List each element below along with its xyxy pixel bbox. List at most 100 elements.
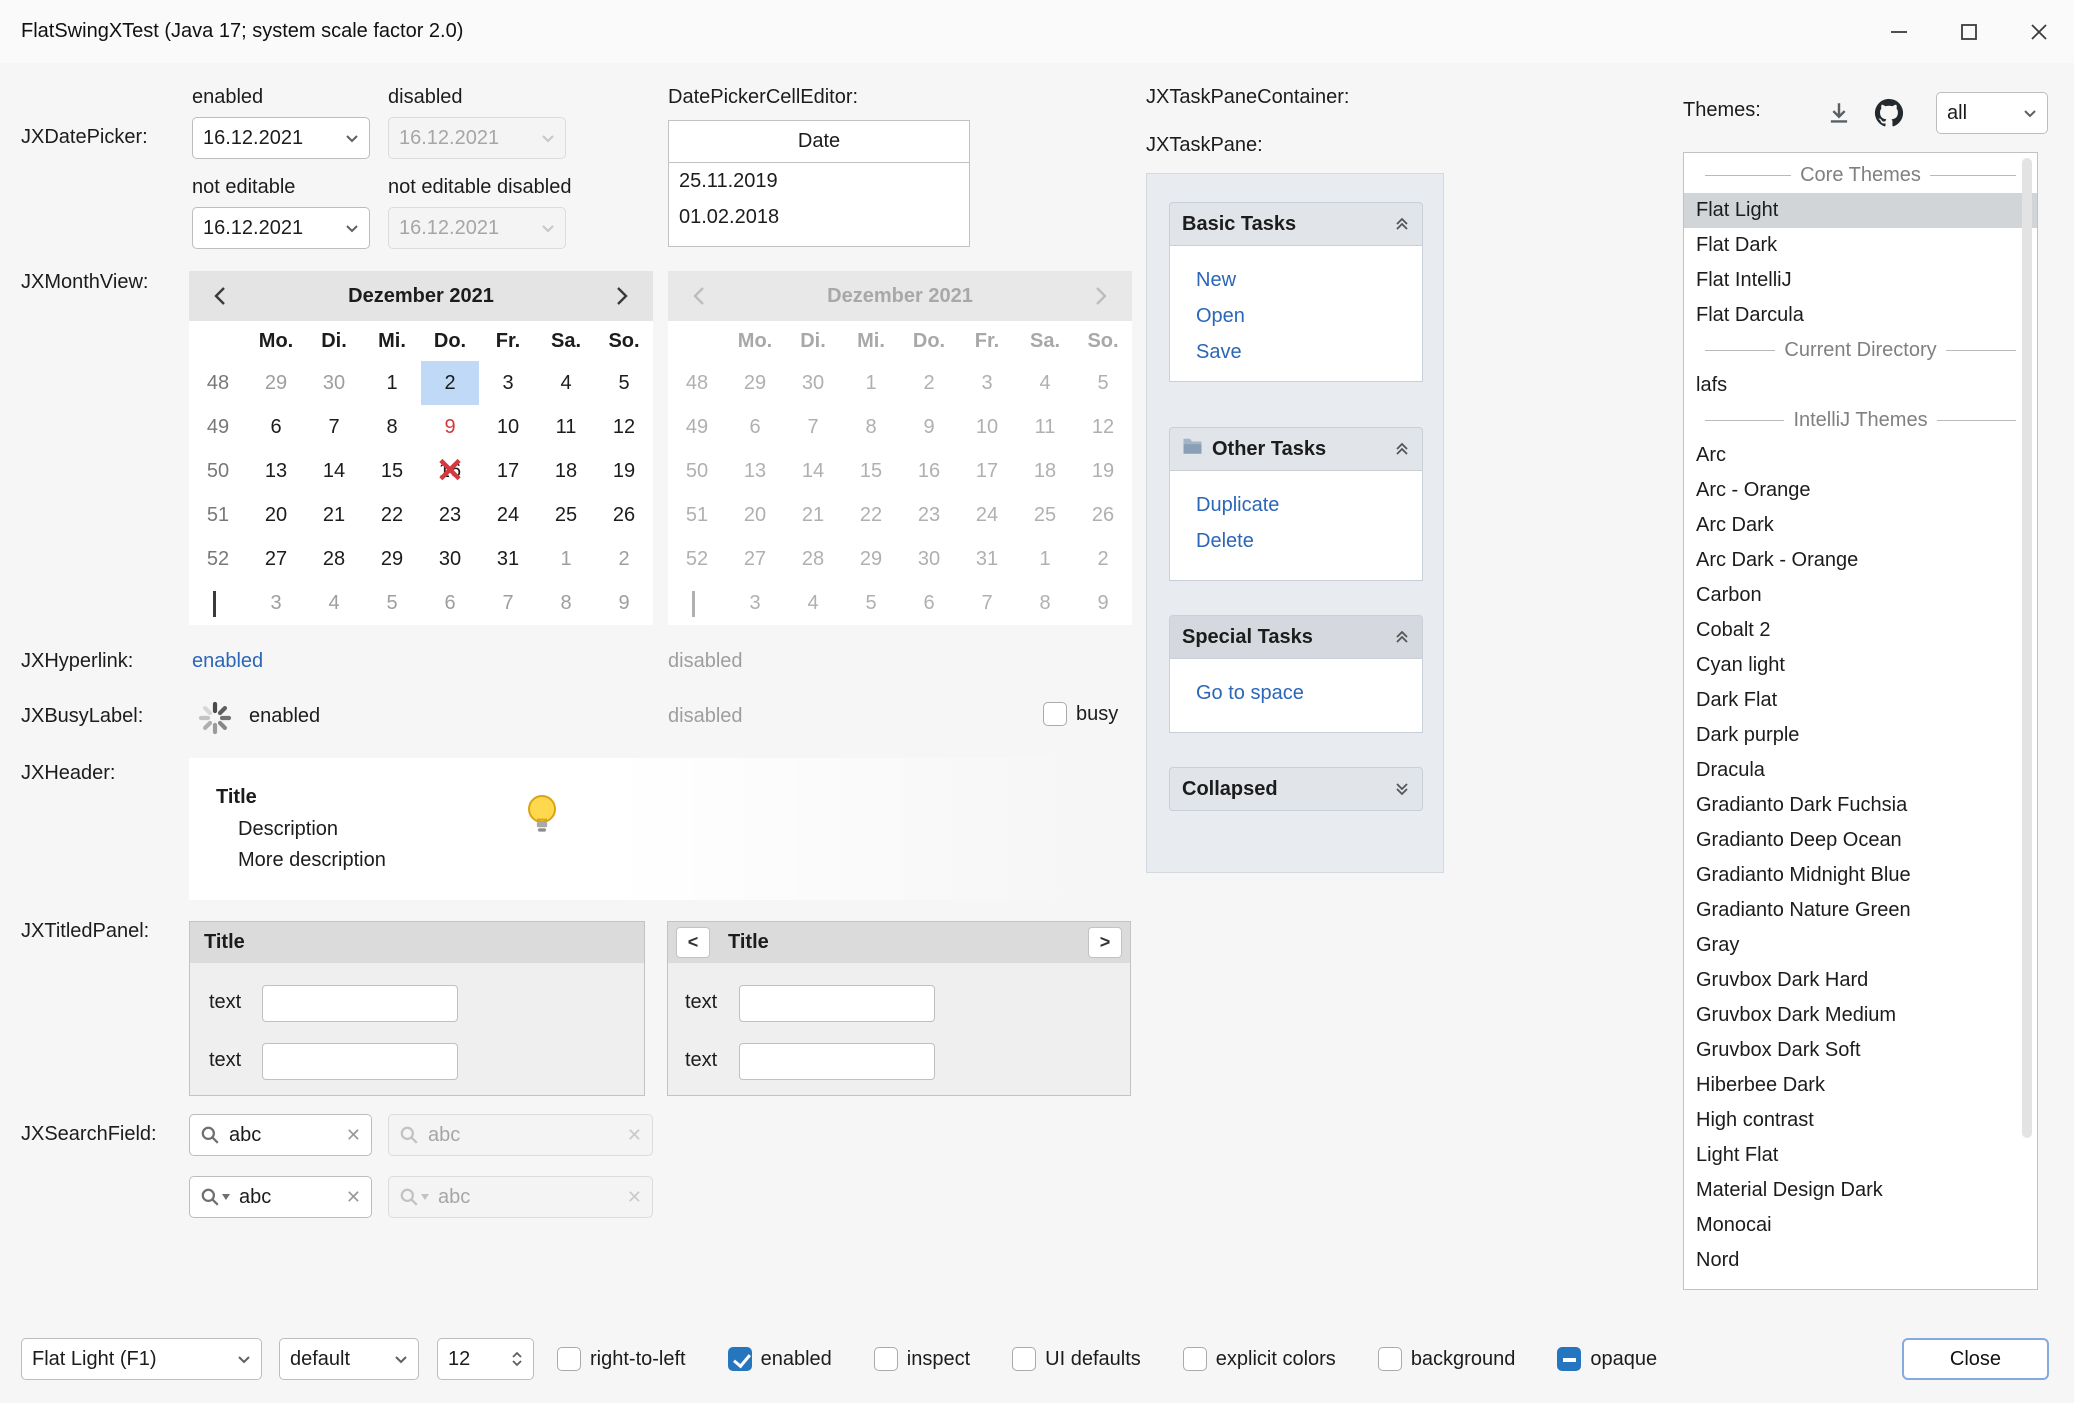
datepicker-enabled-input[interactable]	[203, 127, 337, 150]
option-checkbox[interactable]: inspect	[874, 1347, 970, 1371]
theme-row[interactable]: Arc - Orange	[1684, 473, 2037, 508]
day-cell[interactable]: 48	[189, 361, 247, 405]
theme-row[interactable]: Light Flat	[1684, 1138, 2037, 1173]
theme-row[interactable]: IntelliJ Themes	[1684, 403, 2037, 438]
day-cell[interactable]: 50	[189, 449, 247, 493]
taskpane-action[interactable]: Save	[1170, 334, 1422, 370]
day-cell[interactable]: 3	[247, 581, 305, 625]
chevron-down-icon[interactable]	[345, 224, 359, 233]
prev-month-icon[interactable]	[195, 271, 245, 321]
checkbox-box[interactable]	[1043, 702, 1067, 726]
maximize-button[interactable]	[1934, 0, 2004, 63]
taskpane-action[interactable]: New	[1170, 262, 1422, 298]
chevron-down-icon[interactable]	[345, 134, 359, 143]
checkbox-box[interactable]	[1012, 1347, 1036, 1371]
spinner-down-icon[interactable]	[511, 1360, 523, 1367]
day-cell[interactable]: 13	[247, 449, 305, 493]
checkbox-box[interactable]	[728, 1347, 752, 1371]
theme-row[interactable]: Gruvbox Dark Hard	[1684, 963, 2037, 998]
github-button[interactable]	[1870, 94, 1908, 132]
day-cell[interactable]: 19	[595, 449, 653, 493]
taskpane-action[interactable]: Go to space	[1170, 675, 1422, 711]
checkbox-box[interactable]	[874, 1347, 898, 1371]
theme-row[interactable]: Dracula	[1684, 753, 2037, 788]
day-cell[interactable]: 28	[305, 537, 363, 581]
search-menu-icon[interactable]	[200, 1187, 230, 1207]
theme-row[interactable]: Nord	[1684, 1243, 2037, 1278]
taskpane-collapsed-header[interactable]: Collapsed	[1169, 767, 1423, 811]
day-cell[interactable]: 12	[595, 405, 653, 449]
table-row[interactable]: 25.11.2019	[669, 163, 969, 199]
day-cell[interactable]: 29	[247, 361, 305, 405]
table-row[interactable]: 01.02.2018	[669, 199, 969, 235]
taskpane-action[interactable]: Duplicate	[1170, 487, 1422, 523]
theme-row[interactable]: Gradianto Deep Ocean	[1684, 823, 2037, 858]
table-column-header[interactable]: Date	[669, 121, 969, 163]
theme-row[interactable]: Cyan light	[1684, 648, 2037, 683]
taskpane-action[interactable]: Open	[1170, 298, 1422, 334]
day-cell[interactable]: 2	[421, 361, 479, 405]
checkbox-box[interactable]	[1378, 1347, 1402, 1371]
theme-row[interactable]: Gruvbox Dark Medium	[1684, 998, 2037, 1033]
day-cell[interactable]: 30	[305, 361, 363, 405]
theme-row[interactable]: Gradianto Dark Fuchsia	[1684, 788, 2037, 823]
day-cell[interactable]: 6	[247, 405, 305, 449]
theme-row[interactable]: High contrast	[1684, 1103, 2037, 1138]
taskpane-other-header[interactable]: Other Tasks	[1169, 427, 1423, 471]
busy-checkbox[interactable]: busy	[1043, 702, 1118, 726]
day-cell[interactable]: 30	[421, 537, 479, 581]
day-cell[interactable]: 20	[247, 493, 305, 537]
day-cell[interactable]: 9	[595, 581, 653, 625]
theme-row[interactable]: Flat Darcula	[1684, 298, 2037, 333]
day-cell[interactable]: 4	[537, 361, 595, 405]
titled-panel-next-button[interactable]: >	[1088, 927, 1122, 958]
theme-row[interactable]: Carbon	[1684, 578, 2037, 613]
theme-row[interactable]: Core Themes	[1684, 158, 2037, 193]
datepicker-enabled[interactable]	[192, 117, 370, 159]
close-button[interactable]: Close	[1902, 1338, 2049, 1380]
search-input[interactable]	[229, 1124, 337, 1147]
option-checkbox[interactable]: UI defaults	[1012, 1347, 1141, 1371]
day-cell[interactable]: 5	[363, 581, 421, 625]
theme-row[interactable]: Gray	[1684, 928, 2037, 963]
day-cell[interactable]: 18	[537, 449, 595, 493]
taskpane-special-header[interactable]: Special Tasks	[1169, 615, 1423, 659]
day-cell[interactable]: 9	[421, 405, 479, 449]
theme-row[interactable]: lafs	[1684, 368, 2037, 403]
theme-row[interactable]: Cobalt 2	[1684, 613, 2037, 648]
option-checkbox[interactable]: right-to-left	[557, 1347, 686, 1371]
text-input[interactable]	[262, 1043, 458, 1080]
next-month-icon[interactable]	[597, 271, 647, 321]
theme-row[interactable]: Gruvbox Dark Soft	[1684, 1033, 2037, 1068]
font-combo[interactable]: default	[279, 1338, 419, 1380]
theme-row[interactable]: Flat IntelliJ	[1684, 263, 2037, 298]
day-cell[interactable]: 4	[305, 581, 363, 625]
search-input[interactable]	[239, 1186, 337, 1209]
checkbox-box[interactable]	[557, 1347, 581, 1371]
day-cell[interactable]: 10	[479, 405, 537, 449]
font-size-spinner[interactable]: 12	[437, 1338, 534, 1380]
day-cell[interactable]: 6	[421, 581, 479, 625]
day-cell[interactable]: 2	[595, 537, 653, 581]
theme-row[interactable]: Arc Dark	[1684, 508, 2037, 543]
option-checkbox[interactable]: opaque	[1557, 1347, 1657, 1371]
day-cell[interactable]: 1	[537, 537, 595, 581]
day-cell[interactable]: 27	[247, 537, 305, 581]
theme-row[interactable]: Dark Flat	[1684, 683, 2037, 718]
day-cell[interactable]: 5	[595, 361, 653, 405]
theme-row[interactable]: Current Directory	[1684, 333, 2037, 368]
theme-row[interactable]: Flat Dark	[1684, 228, 2037, 263]
option-checkbox[interactable]: background	[1378, 1347, 1516, 1371]
day-cell[interactable]: 17	[479, 449, 537, 493]
themes-scrollbar[interactable]	[2022, 158, 2032, 1138]
day-cell[interactable]: 21	[305, 493, 363, 537]
text-input[interactable]	[262, 985, 458, 1022]
day-cell[interactable]: 16	[421, 449, 479, 493]
theme-row[interactable]: Dark purple	[1684, 718, 2037, 753]
day-cell[interactable]: 7	[479, 581, 537, 625]
download-themes-button[interactable]	[1822, 96, 1856, 130]
datepicker-not-editable[interactable]	[192, 207, 370, 249]
theme-row[interactable]: Gradianto Nature Green	[1684, 893, 2037, 928]
taskpane-action[interactable]: Delete	[1170, 523, 1422, 559]
checkbox-box[interactable]	[1557, 1347, 1581, 1371]
